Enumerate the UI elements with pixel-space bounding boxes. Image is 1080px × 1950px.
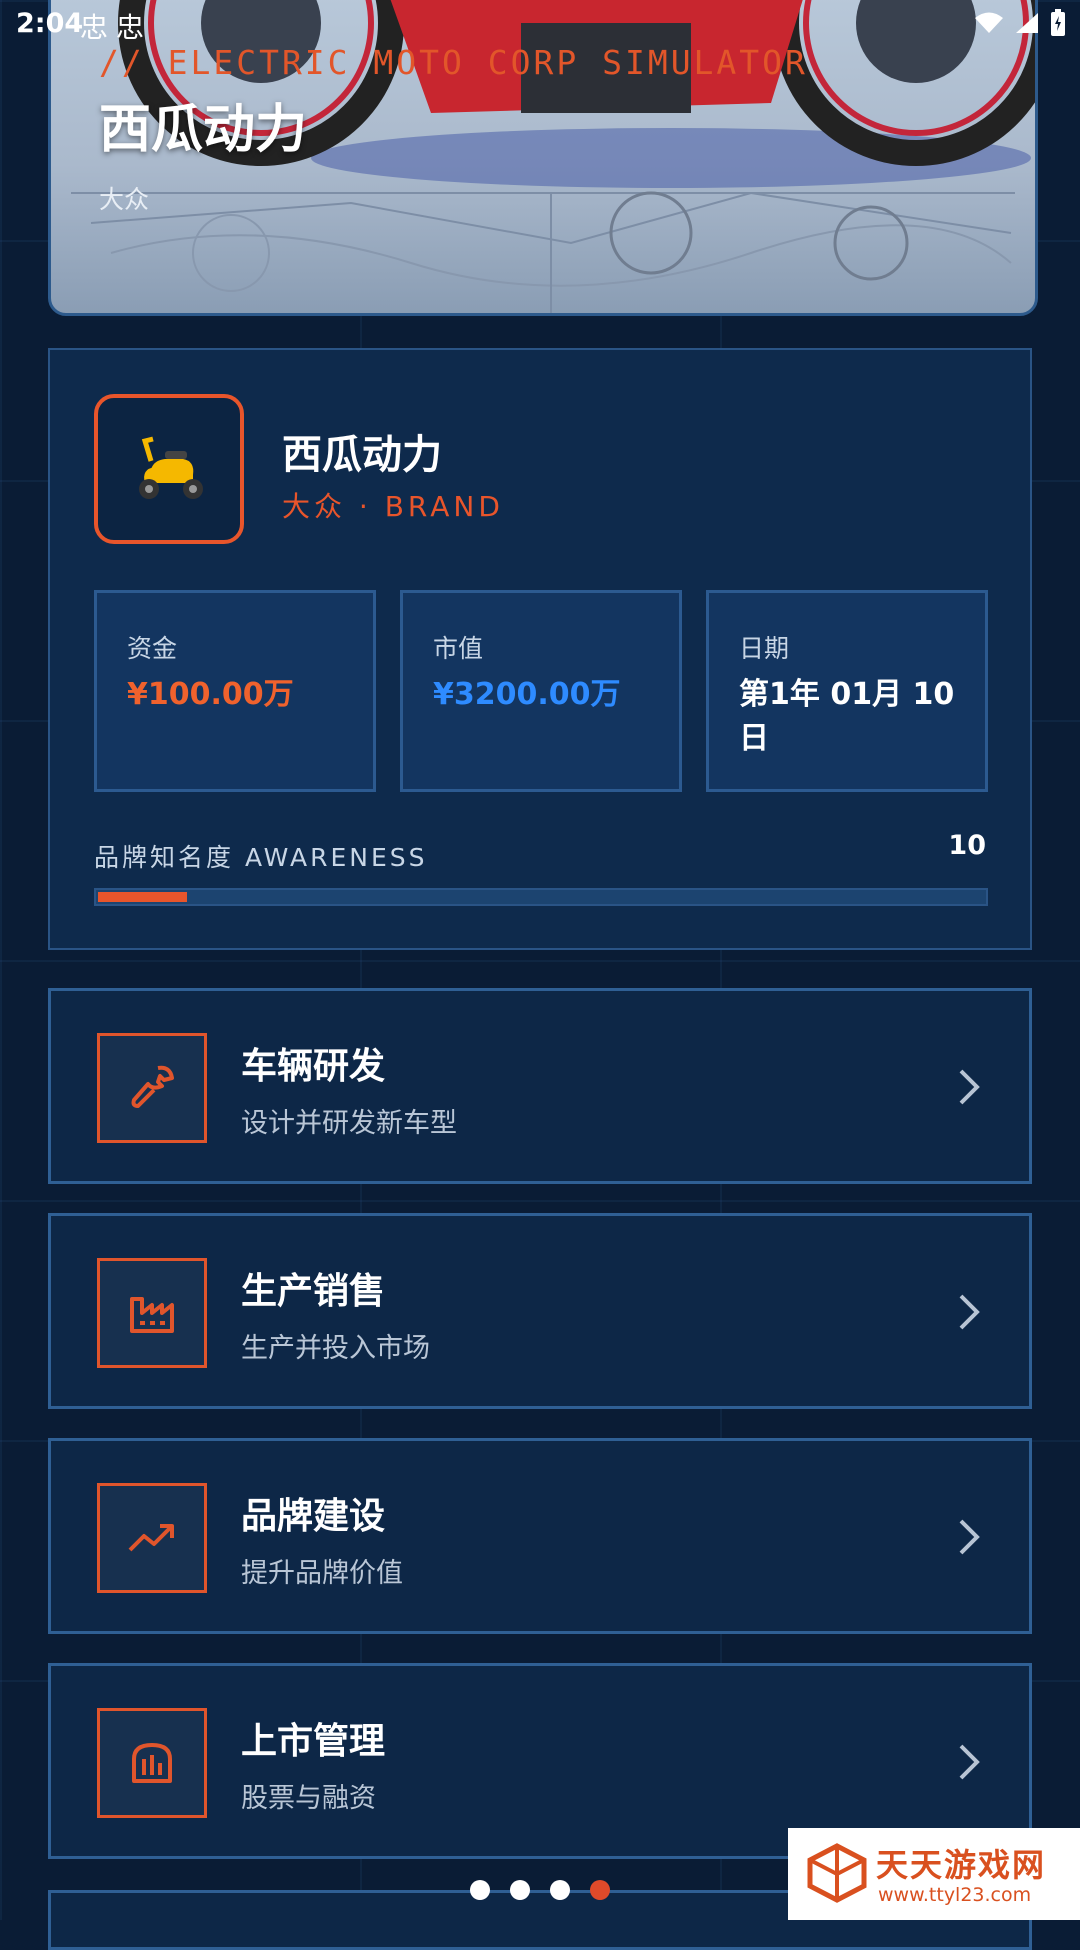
page-dot[interactable] — [550, 1880, 570, 1900]
status-time: 2:04 — [16, 8, 84, 39]
chevron-right-icon — [959, 1294, 980, 1330]
hero-title: 西瓜动力 — [99, 100, 308, 160]
menu-icon-box — [97, 1033, 207, 1143]
stat-label: 市值 — [433, 634, 484, 663]
awareness-label: 品牌知名度 AWARENESS — [94, 843, 428, 872]
watermark-url: www.ttyl23.com — [878, 1884, 1032, 1906]
factory-icon — [130, 1297, 174, 1333]
notification-bug-icon: 忠 — [116, 11, 145, 44]
trending-up-icon — [128, 1524, 174, 1552]
chevron-right-icon — [959, 1519, 980, 1555]
awareness-value: 10 — [948, 830, 986, 861]
menu-subtitle: 生产并投入市场 — [241, 1333, 430, 1364]
menu-icon-box — [97, 1708, 207, 1818]
date-stat: 日期 第1年 01月 10日 — [706, 590, 988, 792]
chevron-right-icon — [959, 1069, 980, 1105]
company-card: 西瓜动力 大众 · BRAND 资金 ¥100.00万 市值 ¥3200.00万… — [48, 348, 1032, 950]
wifi-icon — [975, 12, 1003, 33]
company-brand-tier: 大众 · BRAND — [282, 490, 504, 523]
scooter-icon — [139, 436, 203, 499]
watermark: 天天游戏网 www.ttyl23.com — [788, 1828, 1080, 1920]
status-bar: 2:04 忠 忠 — [0, 0, 1080, 50]
menu-subtitle: 股票与融资 — [241, 1783, 376, 1814]
menu-vehicle-rnd[interactable]: 车辆研发 设计并研发新车型 — [48, 988, 1032, 1184]
menu-brand-building[interactable]: 品牌建设 提升品牌价值 — [48, 1438, 1032, 1634]
site-logo-icon — [807, 1843, 867, 1903]
menu-title: 品牌建设 — [241, 1496, 386, 1537]
market-value-stat: 市值 ¥3200.00万 — [400, 590, 682, 792]
stat-label: 日期 — [739, 634, 790, 663]
battery-icon — [1051, 9, 1065, 36]
menu-title: 上市管理 — [241, 1721, 386, 1762]
stat-label: 资金 — [127, 634, 178, 663]
menu-production-sales[interactable]: 生产销售 生产并投入市场 — [48, 1213, 1032, 1409]
menu-icon-box — [97, 1483, 207, 1593]
notification-bug-icon: 忠 — [80, 11, 109, 44]
watermark-name: 天天游戏网 — [876, 1846, 1047, 1884]
stat-value: ¥100.00万 — [127, 677, 294, 712]
company-logo — [94, 394, 244, 544]
menu-title: 生产销售 — [241, 1271, 386, 1312]
company-name: 西瓜动力 — [282, 432, 442, 478]
signal-icon — [1016, 13, 1038, 33]
page-dot[interactable] — [510, 1880, 530, 1900]
page-indicator — [470, 1880, 610, 1900]
wrench-icon — [131, 1065, 174, 1108]
menu-subtitle: 设计并研发新车型 — [241, 1108, 457, 1139]
funds-stat: 资金 ¥100.00万 — [94, 590, 376, 792]
awareness-progress-bar — [94, 888, 988, 906]
stock-exchange-icon — [132, 1743, 172, 1783]
menu-icon-box — [97, 1258, 207, 1368]
hero-subtitle: 大众 — [99, 185, 150, 214]
menu-subtitle: 提升品牌价值 — [241, 1558, 403, 1589]
page-dot-active[interactable] — [590, 1880, 610, 1900]
menu-title: 车辆研发 — [241, 1046, 386, 1087]
awareness-progress-fill — [98, 892, 187, 902]
page-dot[interactable] — [470, 1880, 490, 1900]
chevron-right-icon — [959, 1744, 980, 1780]
stat-value: 第1年 01月 10日 — [739, 677, 955, 756]
stat-value: ¥3200.00万 — [433, 677, 621, 712]
